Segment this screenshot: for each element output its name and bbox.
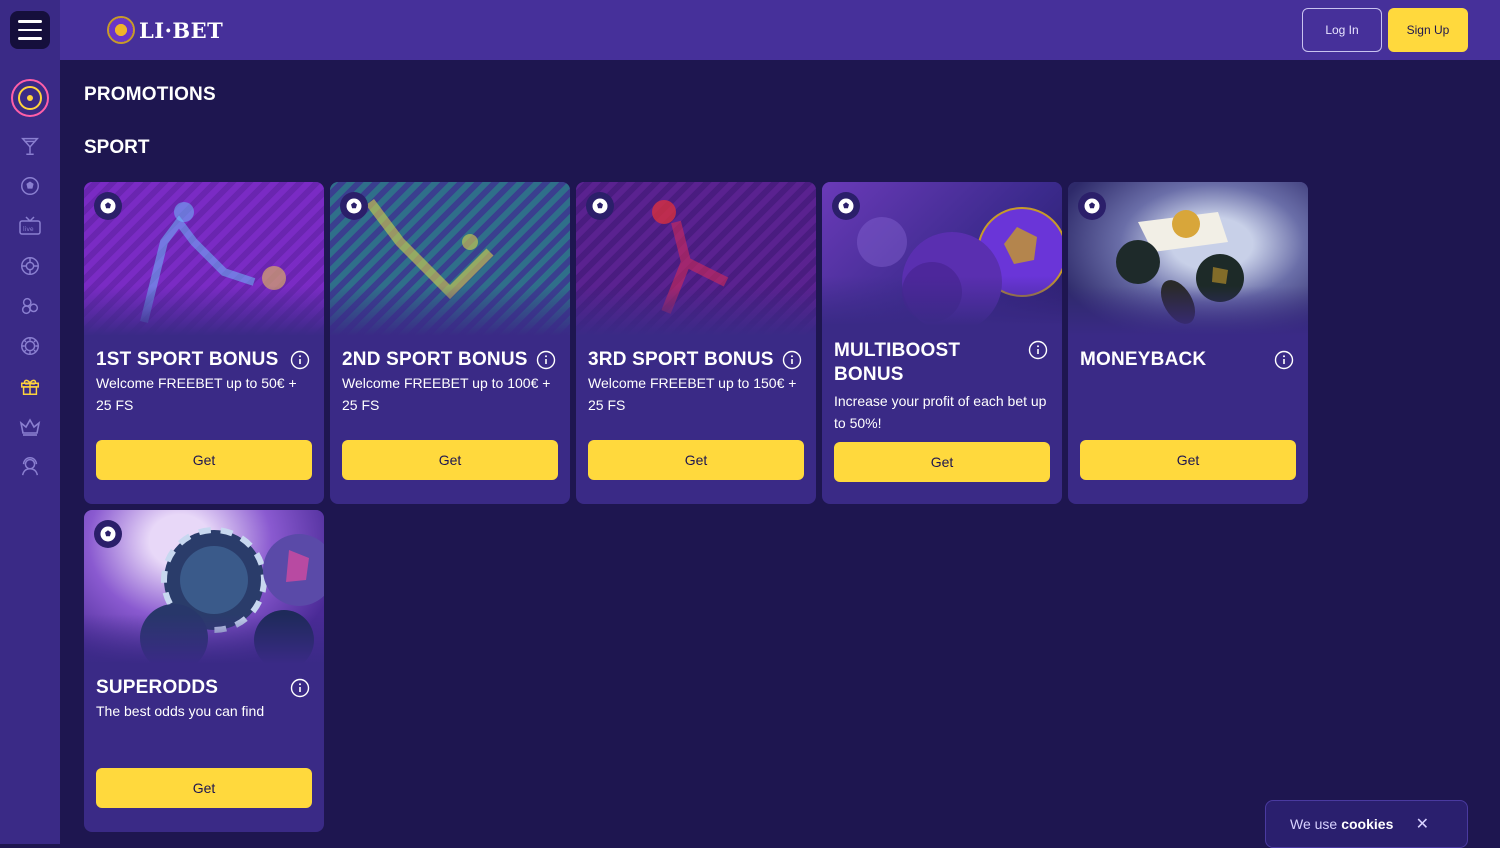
soccer-ball-icon <box>340 192 368 220</box>
info-icon[interactable] <box>782 350 802 370</box>
soccer-ball-icon <box>94 520 122 548</box>
card-title: 2ND SPORT BONUS <box>342 349 528 370</box>
cookie-text: We use <box>1290 816 1338 832</box>
lottery-balls-icon[interactable] <box>18 294 42 318</box>
cookies-link[interactable]: cookies <box>1341 816 1393 832</box>
promo-card: MONEYBACK Get <box>1068 182 1308 504</box>
promo-card: 3RD SPORT BONUS Welcome FREEBET up to 15… <box>576 182 816 504</box>
cocktail-icon[interactable] <box>18 134 42 158</box>
top-header: LI·BET Log In Sign Up <box>60 0 1500 60</box>
sidebar: live <box>0 0 60 844</box>
promo-card: 1ST SPORT BONUS Welcome FREEBET up to 50… <box>84 182 324 504</box>
promo-image <box>822 182 1062 326</box>
info-icon[interactable] <box>536 350 556 370</box>
poker-chip-icon[interactable] <box>18 334 42 358</box>
promo-image <box>1068 182 1308 336</box>
crown-logo-icon <box>107 16 135 44</box>
info-icon[interactable] <box>290 678 310 698</box>
target-icon[interactable] <box>11 79 49 117</box>
soccer-ball-icon <box>586 192 614 220</box>
live-tv-icon[interactable]: live <box>18 214 42 238</box>
card-description: Increase your profit of each bet up to 5… <box>834 393 1047 431</box>
card-description: Welcome FREEBET up to 150€ + 25 FS <box>588 375 797 413</box>
card-description: Welcome FREEBET up to 100€ + 25 FS <box>342 375 551 413</box>
card-title: MULTIBOOST BONUS <box>834 340 961 385</box>
signup-button[interactable]: Sign Up <box>1388 8 1468 52</box>
card-description: The best odds you can find <box>96 703 265 719</box>
brand-name: LI·BET <box>139 17 224 43</box>
info-icon[interactable] <box>1028 340 1048 360</box>
support-agent-icon[interactable] <box>18 454 42 478</box>
card-title: 1ST SPORT BONUS <box>96 349 279 370</box>
roulette-icon[interactable] <box>18 254 42 278</box>
get-button[interactable]: Get <box>834 442 1050 482</box>
get-button[interactable]: Get <box>1080 440 1296 480</box>
promo-image <box>84 182 324 336</box>
get-button[interactable]: Get <box>342 440 558 480</box>
page-title: PROMOTIONS <box>84 84 216 105</box>
promo-image <box>84 510 324 664</box>
brand-logo[interactable]: LI·BET <box>107 14 223 46</box>
promo-image <box>576 182 816 336</box>
gift-icon[interactable] <box>18 374 42 398</box>
get-button[interactable]: Get <box>96 768 312 808</box>
cookie-banner: We use cookies ✕ <box>1265 800 1468 848</box>
soccer-ball-icon <box>94 192 122 220</box>
soccer-ball-icon <box>1078 192 1106 220</box>
soccer-ball-icon[interactable] <box>18 174 42 198</box>
crown-icon[interactable] <box>18 414 42 438</box>
get-button[interactable]: Get <box>96 440 312 480</box>
login-button[interactable]: Log In <box>1302 8 1382 52</box>
svg-text:live: live <box>23 226 34 233</box>
section-title: SPORT <box>84 137 150 158</box>
info-icon[interactable] <box>290 350 310 370</box>
soccer-ball-icon <box>832 192 860 220</box>
card-description: Welcome FREEBET up to 50€ + 25 FS <box>96 375 297 413</box>
promo-card: MULTIBOOST BONUS Increase your profit of… <box>822 182 1062 504</box>
card-title: SUPERODDS <box>96 677 219 698</box>
close-icon[interactable]: ✕ <box>1416 814 1429 834</box>
get-button[interactable]: Get <box>588 440 804 480</box>
promo-image <box>330 182 570 336</box>
card-title: MONEYBACK <box>1080 349 1207 370</box>
promo-card: 2ND SPORT BONUS Welcome FREEBET up to 10… <box>330 182 570 504</box>
menu-button[interactable] <box>10 11 50 49</box>
card-title: 3RD SPORT BONUS <box>588 349 774 370</box>
promo-card: SUPERODDS The best odds you can find Get <box>84 510 324 832</box>
info-icon[interactable] <box>1274 350 1294 370</box>
